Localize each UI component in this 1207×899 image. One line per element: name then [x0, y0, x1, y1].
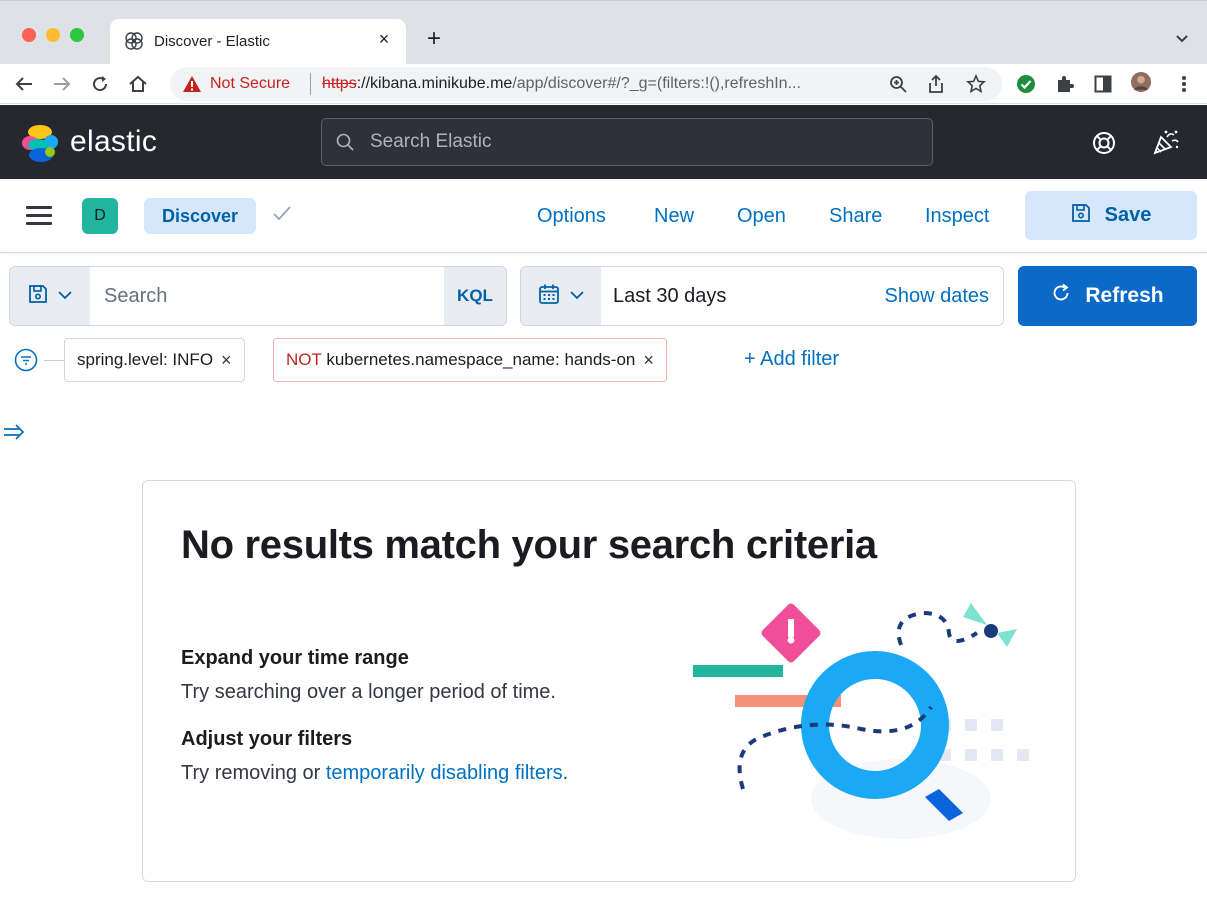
browser-tab-discover[interactable]: Discover - Elastic ×	[110, 19, 406, 65]
new-tab-button[interactable]: +	[420, 25, 448, 53]
kibana-header: elastic	[0, 105, 1207, 179]
reload-icon[interactable]	[88, 72, 112, 96]
add-filter-button[interactable]: + Add filter	[744, 348, 839, 371]
filter-negation-label: NOT	[286, 350, 322, 369]
url-scheme: https	[322, 75, 357, 92]
save-label: Save	[1104, 204, 1152, 226]
elastic-brand-text[interactable]: elastic	[70, 125, 157, 159]
filter-menu-icon[interactable]	[14, 348, 38, 377]
refresh-label: Refresh	[1085, 284, 1164, 307]
url-text[interactable]: https://kibana.minikube.me/app/discover#…	[322, 75, 882, 93]
help-lifebuoy-icon[interactable]	[1092, 131, 1116, 160]
tab-close-icon[interactable]: ×	[374, 29, 394, 50]
tip-body-suffix: .	[562, 762, 569, 784]
tip-body-prefix: Try removing or	[181, 762, 326, 784]
browser-tab-strip: Discover - Elastic × +	[0, 0, 1207, 65]
query-language-button[interactable]: KQL	[444, 267, 506, 325]
saved-query-menu-button[interactable]	[10, 267, 90, 325]
elastic-logo-icon[interactable]	[20, 123, 60, 168]
remove-filter-icon[interactable]: ×	[221, 350, 232, 371]
side-panel-icon[interactable]	[1093, 74, 1113, 94]
open-link[interactable]: Open	[737, 205, 786, 228]
filter-pill-spring-level[interactable]: spring.level: INFO ×	[64, 338, 245, 382]
query-input-wrapper	[90, 267, 446, 325]
date-range-text[interactable]: Last 30 days	[613, 285, 726, 308]
date-quick-menu-button[interactable]	[521, 267, 601, 325]
address-divider	[310, 73, 311, 95]
not-secure-label[interactable]: Not Secure	[210, 75, 290, 93]
share-link[interactable]: Share	[829, 205, 882, 228]
elastic-favicon-icon	[124, 31, 144, 56]
tip-body-filters: Try removing or temporarily disabling fi…	[181, 762, 568, 785]
filter-pill-namespace[interactable]: NOT kubernetes.namespace_name: hands-on …	[273, 338, 667, 382]
tip-body-time-range: Try searching over a longer period of ti…	[181, 681, 556, 703]
saved-query-icon	[28, 284, 48, 309]
window-close-button[interactable]	[22, 28, 36, 42]
back-icon[interactable]	[12, 72, 36, 96]
chevron-down-icon	[570, 287, 584, 305]
inspect-link[interactable]: Inspect	[925, 205, 989, 228]
share-icon[interactable]	[926, 74, 946, 94]
newsfeed-party-icon[interactable]	[1152, 129, 1180, 160]
hamburger-menu-icon[interactable]	[26, 206, 52, 226]
date-picker: Last 30 days Show dates	[520, 266, 1004, 326]
show-dates-link[interactable]: Show dates	[884, 285, 989, 308]
home-icon[interactable]	[126, 72, 150, 96]
tip-heading-filters: Adjust your filters	[181, 728, 353, 750]
refresh-button[interactable]: Refresh	[1018, 266, 1197, 326]
search-icon	[336, 133, 354, 156]
tab-title: Discover - Elastic	[154, 33, 270, 50]
url-host: ://kibana.minikube.me	[356, 75, 513, 92]
save-button[interactable]: Save	[1025, 191, 1197, 240]
window-minimize-button[interactable]	[46, 28, 60, 42]
new-link[interactable]: New	[654, 205, 694, 228]
tab-search-chevron-icon[interactable]	[1175, 31, 1189, 49]
more-menu-icon[interactable]	[1174, 74, 1194, 94]
expand-sidebar-icon[interactable]	[4, 424, 26, 445]
extension-check-icon[interactable]	[1016, 74, 1036, 94]
remove-filter-icon[interactable]: ×	[643, 350, 654, 371]
warning-icon	[182, 75, 202, 98]
no-results-illustration	[693, 603, 1029, 839]
save-icon	[1071, 203, 1091, 229]
disable-filters-link[interactable]: temporarily disabling filters	[326, 762, 563, 784]
bookmark-star-icon[interactable]	[966, 74, 986, 94]
extensions-puzzle-icon[interactable]	[1055, 74, 1075, 94]
profile-avatar[interactable]	[1131, 72, 1151, 92]
no-results-panel: No results match your search criteria Ex…	[142, 480, 1076, 882]
tip-heading-time-range: Expand your time range	[181, 647, 409, 669]
breadcrumb-discover[interactable]: Discover	[144, 198, 257, 234]
global-search-box[interactable]	[321, 118, 933, 166]
url-path: /app/discover#/?_g=(filters:!(),refreshI…	[512, 75, 801, 92]
no-results-title: No results match your search criteria	[181, 523, 877, 567]
chevron-down-icon	[58, 287, 72, 305]
filter-pill-text: spring.level: INFO	[77, 350, 214, 369]
space-avatar[interactable]: D	[82, 198, 118, 234]
options-link[interactable]: Options	[537, 205, 606, 228]
zoom-icon[interactable]	[888, 74, 908, 94]
calendar-icon	[538, 283, 560, 310]
app-top-nav: D Discover Options New Open Share Inspec…	[0, 179, 1207, 253]
breadcrumb-check-icon	[272, 205, 292, 226]
query-bar: KQL	[9, 266, 507, 326]
refresh-icon	[1051, 283, 1071, 309]
forward-icon[interactable]	[50, 72, 74, 96]
filter-pill-text: kubernetes.namespace_name: hands-on	[326, 350, 636, 369]
global-search-input[interactable]	[370, 131, 910, 153]
filter-connector-line	[44, 360, 64, 361]
window-zoom-button[interactable]	[70, 28, 84, 42]
address-bar[interactable]: Not Secure https://kibana.minikube.me/ap…	[170, 67, 1002, 101]
browser-toolbar: Not Secure https://kibana.minikube.me/ap…	[0, 64, 1207, 104]
search-input[interactable]	[90, 267, 446, 325]
